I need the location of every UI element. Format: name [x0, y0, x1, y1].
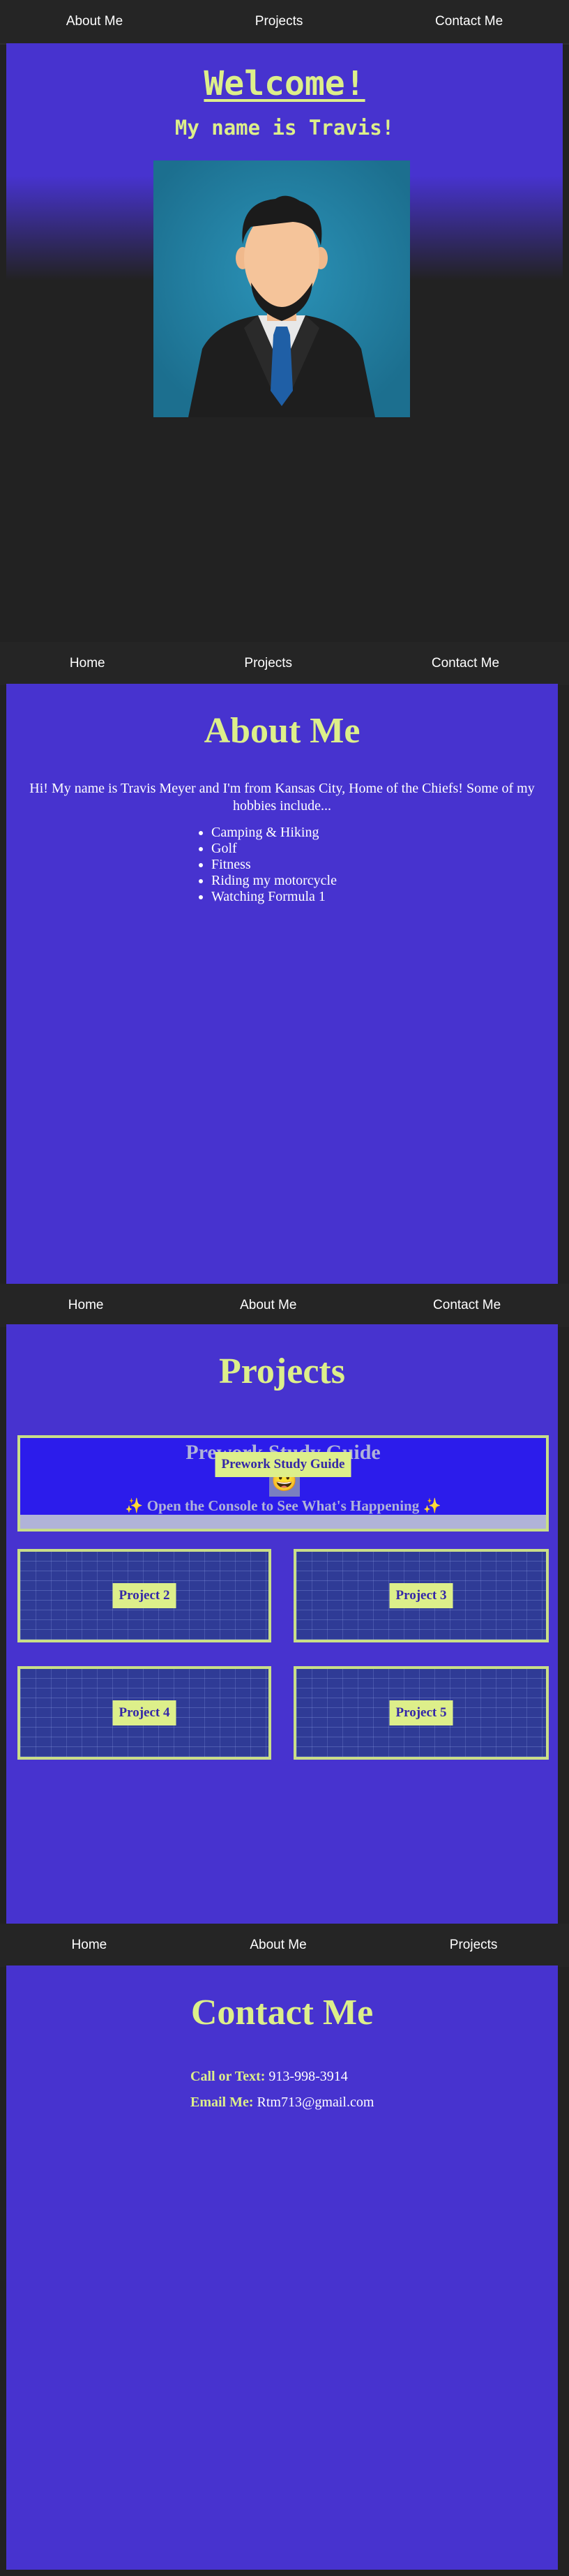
- contact-phone: Call or Text: 913-998-3914: [190, 2069, 348, 2085]
- projects-section: Projects Prework Study Guide 😀 ✨ Open th…: [6, 1324, 558, 1928]
- hero-section: Welcome! My name is Travis!: [6, 43, 563, 642]
- project-label[interactable]: Project 2: [112, 1583, 176, 1608]
- nav-link-about[interactable]: About Me: [66, 14, 123, 29]
- preview-bar: [20, 1515, 546, 1529]
- email-label: Email Me:: [190, 2095, 254, 2110]
- nav-link-home[interactable]: Home: [72, 1938, 107, 1953]
- project-card-3[interactable]: Project 3: [294, 1549, 549, 1642]
- project-label[interactable]: Project 4: [112, 1700, 176, 1725]
- project-label[interactable]: Project 3: [389, 1583, 453, 1608]
- list-item: Watching Formula 1: [211, 889, 337, 905]
- nav-link-projects[interactable]: Projects: [244, 656, 292, 671]
- project-card-5[interactable]: Project 5: [294, 1666, 549, 1760]
- featured-project-card[interactable]: Prework Study Guide 😀 ✨ Open the Console…: [17, 1435, 549, 1532]
- nav-link-home[interactable]: Home: [70, 656, 105, 671]
- featured-preview-console-text: ✨ Open the Console to See What's Happeni…: [125, 1497, 441, 1514]
- contact-section: Contact Me Call or Text: 913-998-3914 Em…: [6, 1965, 558, 2570]
- nav-link-projects[interactable]: Projects: [255, 14, 303, 29]
- email-address[interactable]: Rtm713@gmail.com: [257, 2095, 374, 2110]
- list-item: Riding my motorcycle: [211, 873, 337, 889]
- projects-title: Projects: [219, 1351, 345, 1391]
- nav-link-contact[interactable]: Contact Me: [435, 14, 503, 29]
- about-section: About Me Hi! My name is Travis Meyer and…: [6, 684, 558, 1288]
- list-item: Fitness: [211, 857, 337, 873]
- hobby-list: Camping & Hiking Golf Fitness Riding my …: [196, 825, 337, 905]
- phone-number[interactable]: 913-998-3914: [268, 2069, 347, 2084]
- hero-subtitle: My name is Travis!: [174, 116, 395, 140]
- phone-label: Call or Text:: [190, 2069, 266, 2084]
- project-card-2[interactable]: Project 2: [17, 1549, 271, 1642]
- contact-email: Email Me: Rtm713@gmail.com: [190, 2095, 374, 2111]
- top-nav: About Me Projects Contact Me: [0, 0, 569, 45]
- contact-nav: Home About Me Projects: [0, 1924, 569, 1967]
- about-title: About Me: [204, 711, 361, 751]
- contact-title: Contact Me: [190, 1993, 374, 2032]
- projects-nav: Home About Me Contact Me: [0, 1284, 569, 1327]
- about-intro: Hi! My name is Travis Meyer and I'm from…: [29, 781, 535, 814]
- list-item: Camping & Hiking: [211, 825, 337, 841]
- featured-project-label[interactable]: Prework Study Guide: [215, 1452, 351, 1477]
- about-nav: Home Projects Contact Me: [0, 642, 569, 685]
- nav-link-contact[interactable]: Contact Me: [433, 1298, 501, 1313]
- nav-link-home[interactable]: Home: [68, 1298, 104, 1313]
- nav-link-about[interactable]: About Me: [250, 1938, 306, 1953]
- nav-link-projects[interactable]: Projects: [450, 1938, 498, 1953]
- project-card-4[interactable]: Project 4: [17, 1666, 271, 1760]
- list-item: Golf: [211, 841, 337, 857]
- project-label[interactable]: Project 5: [389, 1700, 453, 1725]
- nav-link-about[interactable]: About Me: [240, 1298, 296, 1313]
- nav-link-contact[interactable]: Contact Me: [432, 656, 499, 671]
- person-avatar: [153, 160, 410, 417]
- hero-title: Welcome!: [204, 64, 365, 103]
